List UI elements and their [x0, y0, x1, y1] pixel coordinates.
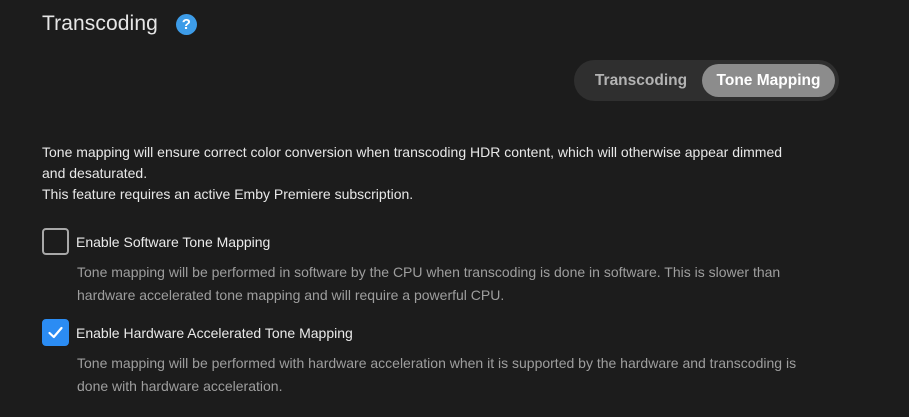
page-title: Transcoding	[42, 12, 158, 35]
tab-transcoding[interactable]: Transcoding	[580, 64, 702, 97]
tone-mapping-settings-page: Transcoding ? Transcoding Tone Mapping T…	[0, 0, 909, 417]
software-tone-mapping-checkbox[interactable]	[42, 228, 69, 255]
hardware-tone-mapping-label[interactable]: Enable Hardware Accelerated Tone Mapping	[76, 325, 353, 341]
tab-tone-mapping[interactable]: Tone Mapping	[702, 64, 835, 97]
option-row: Enable Hardware Accelerated Tone Mapping	[42, 319, 802, 346]
checkmark-icon	[48, 326, 63, 339]
option-software-tone-mapping: Enable Software Tone Mapping Tone mappin…	[42, 228, 802, 307]
hardware-tone-mapping-checkbox[interactable]	[42, 319, 69, 346]
option-hardware-tone-mapping: Enable Hardware Accelerated Tone Mapping…	[42, 319, 802, 398]
option-row: Enable Software Tone Mapping	[42, 228, 802, 255]
software-tone-mapping-label[interactable]: Enable Software Tone Mapping	[76, 234, 270, 250]
page-header: Transcoding ?	[42, 12, 197, 36]
tab-bar: Transcoding Tone Mapping	[574, 60, 839, 101]
question-mark-glyph: ?	[181, 15, 191, 33]
software-tone-mapping-description: Tone mapping will be performed in softwa…	[77, 264, 781, 303]
tone-mapping-description: Tone mapping will ensure correct color c…	[42, 142, 802, 205]
hardware-tone-mapping-description: Tone mapping will be performed with hard…	[77, 355, 797, 394]
description-line-2: This feature requires an active Emby Pre…	[42, 186, 414, 202]
description-line-1: Tone mapping will ensure correct color c…	[42, 144, 783, 181]
help-icon[interactable]: ?	[175, 13, 197, 35]
